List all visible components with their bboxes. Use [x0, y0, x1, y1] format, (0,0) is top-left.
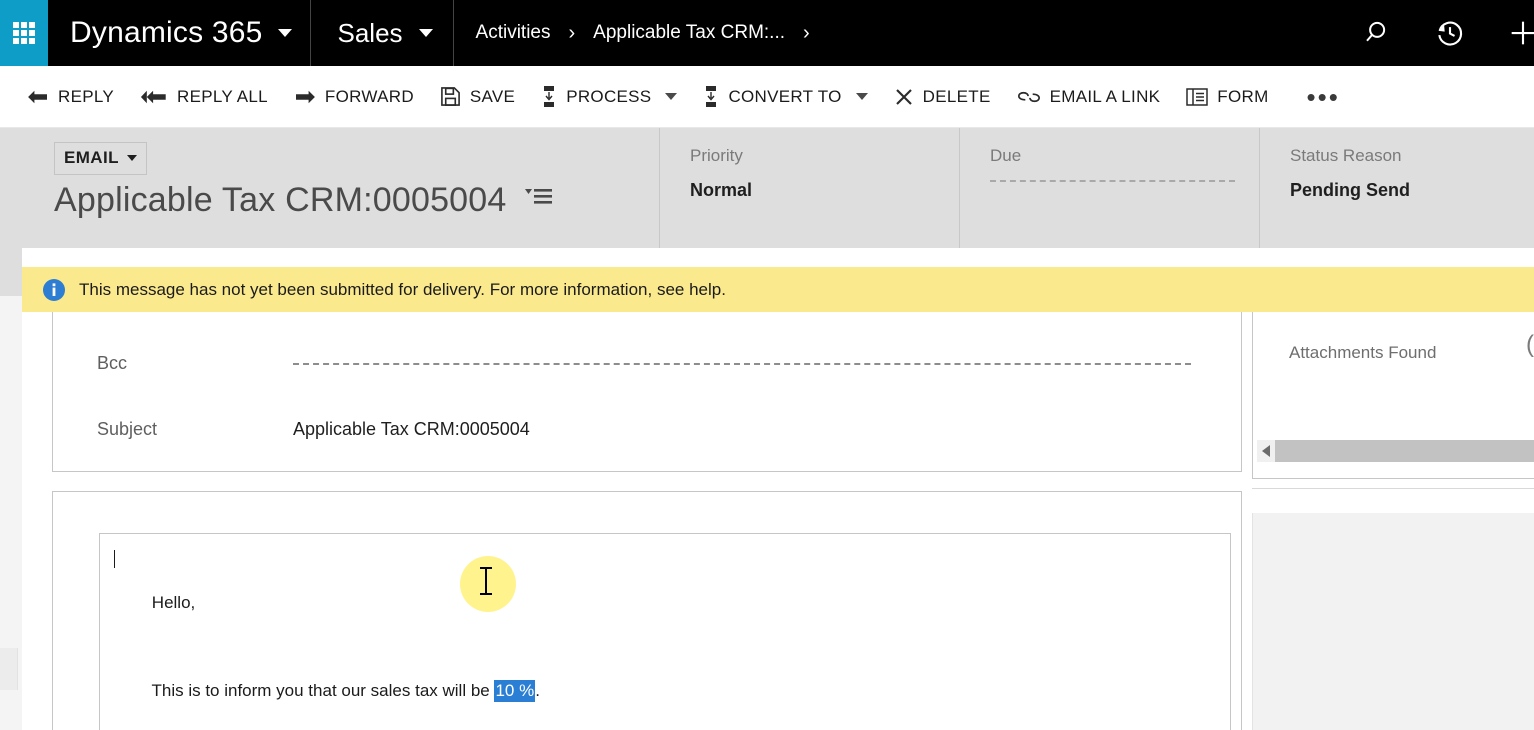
notification-message: This message has not yet been submitted …: [79, 279, 726, 299]
form-button[interactable]: FORM: [1173, 74, 1281, 120]
header-field-due[interactable]: Due: [960, 128, 1260, 248]
attachments-found-label: Attachments Found: [1289, 343, 1437, 362]
bcc-field-row[interactable]: Bcc: [53, 353, 1241, 374]
selected-text-tax-rate[interactable]: 10 %: [494, 680, 536, 702]
main-text-prefix: This is to inform you that our sales tax…: [151, 681, 495, 700]
more-commands-button[interactable]: •••: [1282, 74, 1365, 120]
body-line-greeting: Hello,: [114, 548, 1214, 636]
app-launcher-waffle-button[interactable]: [0, 0, 48, 66]
record-title-area: EMAIL Applicable Tax CRM:0005004: [0, 128, 660, 248]
area-selector-menu[interactable]: Sales: [311, 0, 454, 66]
recently-viewed-icon[interactable]: [1434, 17, 1466, 49]
subject-label: Subject: [97, 419, 158, 439]
save-floppy-icon: [440, 86, 461, 107]
status-badge: Pending Send: [1290, 180, 1411, 200]
caret-down-icon[interactable]: [855, 93, 868, 100]
area-title: Sales: [337, 17, 403, 48]
more-ellipsis-icon: •••: [1306, 81, 1340, 112]
forward-label: FORWARD: [324, 86, 414, 106]
record-set-list-icon[interactable]: [524, 187, 553, 214]
search-icon[interactable]: [1364, 18, 1394, 48]
waffle-grid-icon: [13, 22, 35, 44]
due-empty-value-placeholder: [990, 180, 1235, 182]
notification-bar: This message has not yet been submitted …: [22, 267, 1534, 312]
reply-all-button[interactable]: REPLY ALL: [127, 74, 281, 120]
breadcrumb-item-record[interactable]: Applicable Tax CRM:...: [593, 22, 785, 44]
reply-arrow-icon: [27, 88, 49, 106]
sidebar-secondary-panel: [1252, 513, 1534, 730]
breadcrumb: Activities › Applicable Tax CRM:... ›: [454, 0, 1364, 66]
main-text-suffix: .: [535, 681, 540, 700]
email-a-link-button[interactable]: EMAIL A LINK: [1004, 74, 1174, 120]
header-field-status-reason[interactable]: Status Reason Pending Send: [1260, 128, 1532, 248]
forward-arrow-icon: [294, 88, 316, 106]
top-nav-icon-group: [1364, 0, 1534, 66]
convert-to-label: CONVERT TO: [728, 86, 842, 106]
delete-label: DELETE: [922, 86, 991, 106]
delete-button[interactable]: DELETE: [881, 74, 1004, 120]
process-button[interactable]: PROCESS: [528, 74, 690, 120]
app-title: Dynamics 365: [70, 16, 263, 49]
delete-x-icon: [894, 87, 914, 107]
breadcrumb-item-activities[interactable]: Activities: [476, 22, 551, 44]
attachments-horizontal-scrollbar[interactable]: [1257, 440, 1534, 462]
form-label: FORM: [1217, 86, 1269, 106]
email-body-editor[interactable]: Hello, This is to inform you that our sa…: [99, 533, 1231, 730]
priority-value: Normal: [690, 180, 753, 200]
subject-input[interactable]: Applicable Tax CRM:0005004: [293, 419, 530, 440]
entity-type-dropdown[interactable]: EMAIL: [54, 142, 147, 175]
chevron-down-icon[interactable]: [278, 29, 293, 37]
command-bar: REPLY REPLY ALL FORWARD SAVE PROCESS CON…: [0, 66, 1534, 128]
body-line-main: This is to inform you that our sales tax…: [114, 658, 1214, 724]
attachments-panel: Attachments Found (+: [1252, 294, 1534, 479]
breadcrumb-separator-icon: ›: [803, 22, 810, 44]
left-scroll-rail: [0, 248, 22, 730]
page-title: Applicable Tax CRM:0005004: [54, 181, 507, 219]
forward-button[interactable]: FORWARD: [281, 74, 427, 120]
scrollbar-thumb[interactable]: [1275, 440, 1534, 462]
form-icon: [1186, 87, 1209, 106]
convert-to-button[interactable]: CONVERT TO: [690, 74, 880, 120]
caret-down-icon[interactable]: [665, 93, 678, 100]
link-icon: [1017, 89, 1041, 105]
priority-label: Priority: [690, 146, 743, 165]
rail-collapse-handle[interactable]: [0, 648, 18, 690]
save-label: SAVE: [469, 86, 516, 106]
reply-label: REPLY: [58, 86, 114, 106]
body-blank-line: [114, 636, 1214, 658]
body-blank-line: [114, 724, 1214, 730]
record-header: EMAIL Applicable Tax CRM:0005004 Priorit…: [0, 128, 1534, 248]
status-reason-label: Status Reason: [1290, 146, 1402, 165]
add-plus-circle-icon[interactable]: (+: [1526, 331, 1534, 359]
attachments-sidebar: Attachments Found (+: [1250, 248, 1534, 730]
reply-all-label: REPLY ALL: [177, 86, 268, 106]
process-label: PROCESS: [566, 86, 652, 106]
header-field-priority[interactable]: Priority Normal: [660, 128, 960, 248]
process-flow-icon: [703, 85, 719, 108]
reply-button[interactable]: REPLY: [14, 74, 127, 120]
greeting-text: Hello,: [151, 593, 196, 612]
top-navigation-bar: Dynamics 365 Sales Activities › Applicab…: [0, 0, 1534, 66]
rail-top-block: [0, 248, 22, 296]
sidebar-divider: [1252, 488, 1534, 489]
save-button[interactable]: SAVE: [427, 74, 528, 120]
email-a-link-label: EMAIL A LINK: [1049, 86, 1161, 106]
reply-all-arrow-icon: [140, 88, 168, 106]
due-label: Due: [990, 146, 1022, 165]
subject-field-row[interactable]: Subject Applicable Tax CRM:0005004: [53, 419, 1241, 440]
bcc-input[interactable]: [293, 362, 1191, 365]
text-caret: [114, 550, 115, 568]
chevron-down-icon[interactable]: [418, 29, 433, 37]
scroll-left-arrow-icon[interactable]: [1257, 440, 1275, 462]
bcc-label: Bcc: [97, 353, 128, 373]
breadcrumb-separator-icon: ›: [568, 22, 576, 44]
app-name-menu[interactable]: Dynamics 365: [48, 0, 312, 66]
caret-down-icon: [126, 155, 137, 161]
entity-type-label: EMAIL: [64, 148, 119, 167]
process-flow-icon: [541, 85, 557, 108]
quick-create-icon[interactable]: [1506, 16, 1534, 50]
info-circle-icon: [42, 278, 66, 302]
email-body-panel: Hello, This is to inform you that our sa…: [52, 491, 1242, 730]
